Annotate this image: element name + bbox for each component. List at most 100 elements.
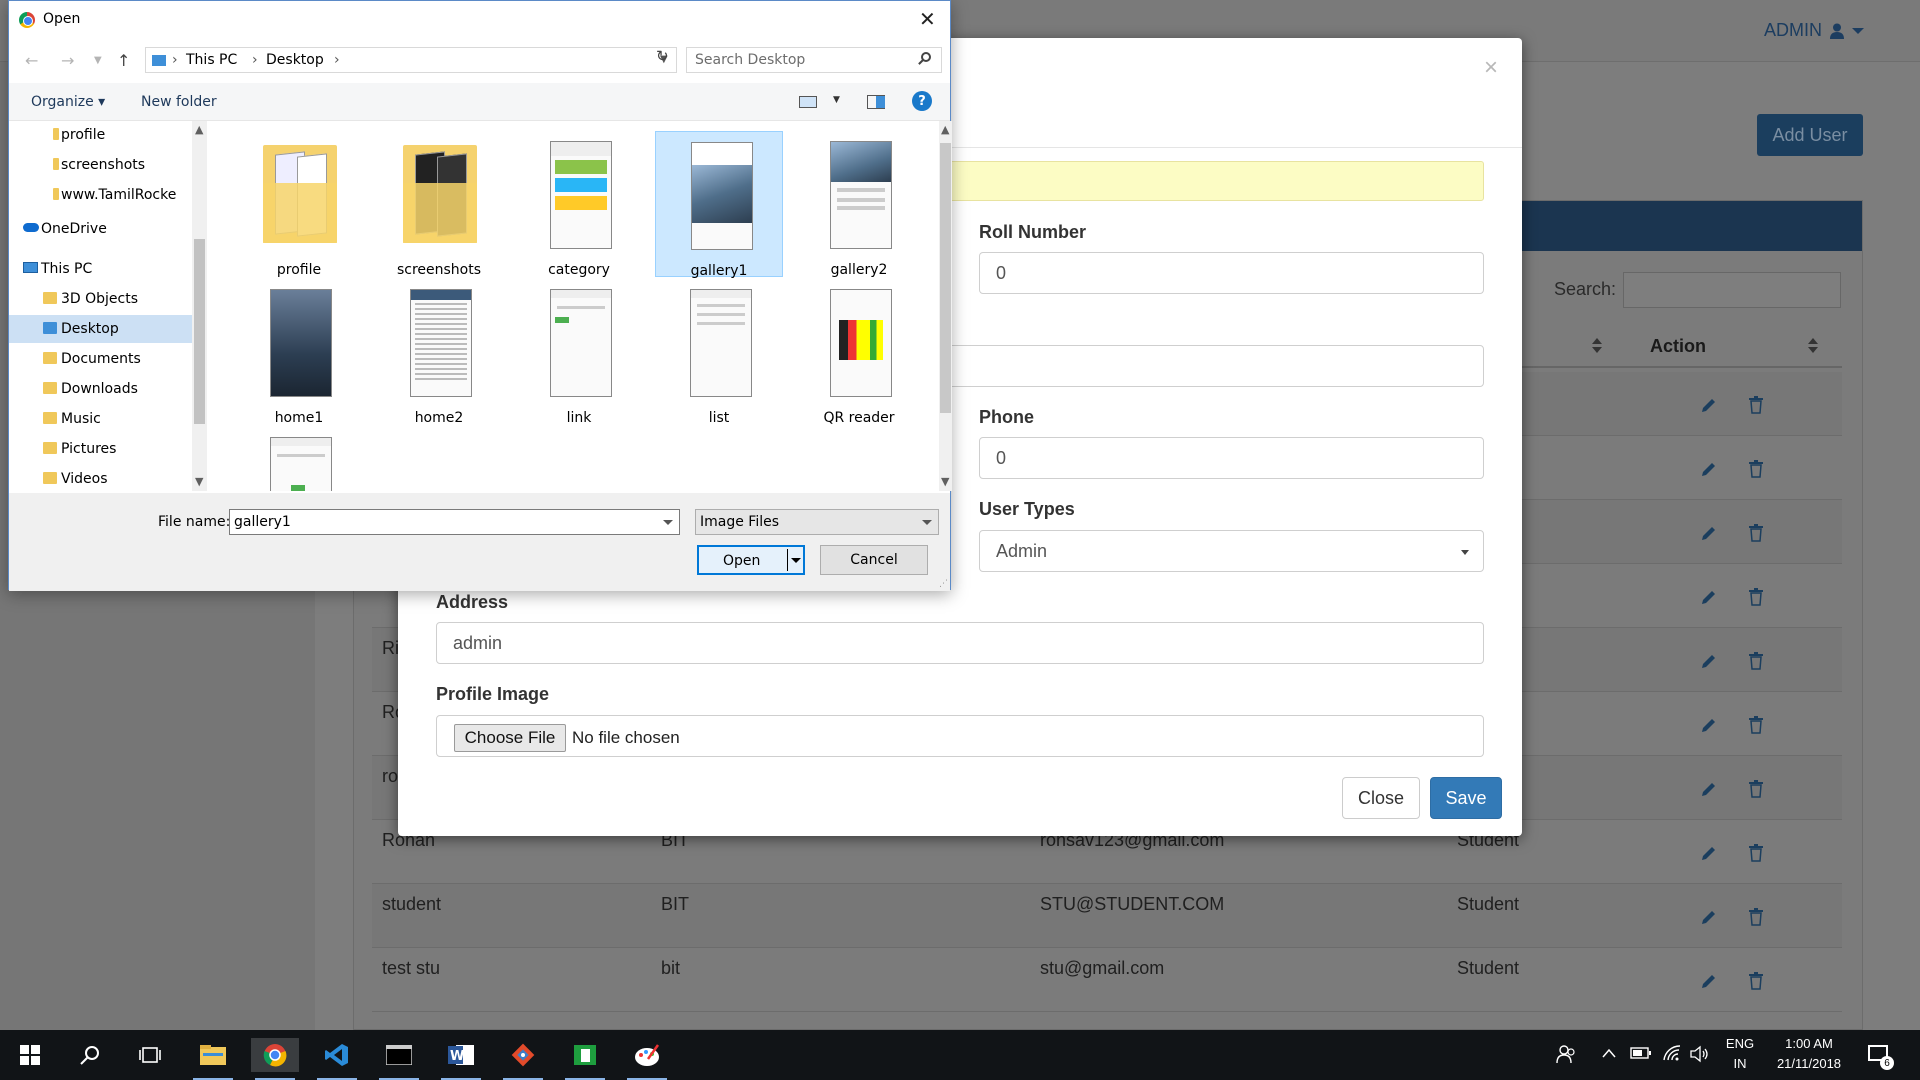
nav-item-onedrive[interactable]: OneDrive xyxy=(9,215,192,243)
task-view-icon[interactable] xyxy=(126,1038,174,1072)
edit-pencil-icon[interactable] xyxy=(1700,396,1718,414)
file-item[interactable]: gallery1 xyxy=(655,131,783,279)
file-item[interactable]: home2 xyxy=(375,279,503,426)
edit-pencil-icon[interactable] xyxy=(1700,652,1718,670)
delete-trash-icon[interactable] xyxy=(1748,588,1766,606)
delete-trash-icon[interactable] xyxy=(1748,652,1766,670)
clock[interactable]: 1:00 AM 21/11/2018 xyxy=(1766,1036,1852,1071)
edit-pencil-icon[interactable] xyxy=(1700,524,1718,542)
spreadsheet-icon[interactable] xyxy=(561,1038,609,1080)
file-list-scrollbar[interactable]: ▲ ▼ xyxy=(939,121,952,491)
paint-icon[interactable] xyxy=(623,1038,671,1080)
edit-pencil-icon[interactable] xyxy=(1700,972,1718,990)
file-item[interactable]: home1 xyxy=(235,279,363,426)
recent-locations-chevron-icon[interactable]: ▼ xyxy=(94,55,102,66)
wifi-icon[interactable] xyxy=(1662,1044,1682,1067)
dialog-titlebar[interactable]: Open ✕ xyxy=(9,1,950,39)
nav-item-videos[interactable]: Videos xyxy=(9,465,192,491)
file-item[interactable]: gallery2 xyxy=(795,131,923,278)
edit-pencil-icon[interactable] xyxy=(1700,588,1718,606)
nav-item-pictures[interactable]: Pictures xyxy=(9,435,192,463)
file-item[interactable] xyxy=(235,427,363,491)
nav-item-www-tamilrocke[interactable]: www.TamilRocke xyxy=(9,181,192,209)
file-type-select[interactable]: Image Files xyxy=(695,509,939,535)
admin-user-menu[interactable]: ADMIN xyxy=(1764,20,1864,41)
address-input[interactable]: admin xyxy=(436,622,1484,664)
file-item[interactable]: profile xyxy=(235,131,363,278)
file-item[interactable]: category xyxy=(515,131,643,278)
delete-trash-icon[interactable] xyxy=(1748,716,1766,734)
scroll-up-icon[interactable]: ▲ xyxy=(941,123,949,136)
nav-pane-scrollbar[interactable]: ▲ ▼ xyxy=(192,121,207,491)
open-button[interactable]: Open xyxy=(697,545,805,575)
nav-item-this-pc[interactable]: This PC xyxy=(9,255,192,283)
sort-icon[interactable] xyxy=(1592,338,1602,354)
chrome-icon[interactable] xyxy=(251,1038,299,1080)
preview-pane-icon[interactable] xyxy=(867,95,885,109)
file-item[interactable]: QR reader xyxy=(795,279,923,426)
nav-item-music[interactable]: Music xyxy=(9,405,192,433)
scroll-thumb[interactable] xyxy=(940,143,951,413)
edit-pencil-icon[interactable] xyxy=(1700,780,1718,798)
table-search-input[interactable] xyxy=(1623,272,1841,308)
back-arrow-icon[interactable]: ← xyxy=(25,51,38,70)
word-icon[interactable]: W xyxy=(437,1038,485,1080)
chevron-down-icon[interactable] xyxy=(663,520,673,525)
edit-pencil-icon[interactable] xyxy=(1700,716,1718,734)
git-icon[interactable] xyxy=(499,1038,547,1080)
windows-start-icon[interactable] xyxy=(6,1038,54,1072)
action-column-header[interactable]: Action xyxy=(1650,336,1706,357)
view-dropdown-icon[interactable]: ▼ xyxy=(833,95,840,105)
scroll-down-icon[interactable]: ▼ xyxy=(941,475,949,488)
delete-trash-icon[interactable] xyxy=(1748,780,1766,798)
battery-icon[interactable] xyxy=(1630,1046,1652,1065)
vscode-icon[interactable] xyxy=(313,1038,361,1080)
sort-icon[interactable] xyxy=(1808,338,1818,354)
delete-trash-icon[interactable] xyxy=(1748,972,1766,990)
nav-item-documents[interactable]: Documents xyxy=(9,345,192,373)
edit-pencil-icon[interactable] xyxy=(1700,460,1718,478)
phone-input[interactable]: 0 xyxy=(979,437,1484,479)
delete-trash-icon[interactable] xyxy=(1748,460,1766,478)
help-icon[interactable]: ? xyxy=(912,91,932,111)
dialog-close-icon[interactable]: ✕ xyxy=(919,7,936,31)
file-item[interactable]: screenshots xyxy=(375,131,503,278)
refresh-icon[interactable]: ↻ xyxy=(656,47,669,65)
close-button[interactable]: Close xyxy=(1342,777,1420,819)
nav-item-3d-objects[interactable]: 3D Objects xyxy=(9,285,192,313)
file-item[interactable]: list xyxy=(655,279,783,426)
breadcrumb-this-pc[interactable]: This PC xyxy=(186,52,237,68)
search-icon[interactable] xyxy=(66,1038,114,1072)
edit-pencil-icon[interactable] xyxy=(1700,908,1718,926)
file-name-input[interactable]: gallery1 xyxy=(229,509,680,535)
scroll-thumb[interactable] xyxy=(194,239,205,424)
terminal-icon[interactable] xyxy=(375,1038,423,1080)
language-indicator[interactable]: ENG IN xyxy=(1722,1036,1758,1071)
file-explorer-icon[interactable] xyxy=(189,1038,237,1080)
up-arrow-icon[interactable]: ↑ xyxy=(117,51,130,70)
cancel-button[interactable]: Cancel xyxy=(820,545,928,575)
breadcrumb-desktop[interactable]: Desktop xyxy=(266,52,324,68)
roll-number-input[interactable]: 0 xyxy=(979,252,1484,294)
address-bar[interactable]: › This PC › Desktop › ▼ xyxy=(145,47,677,73)
delete-trash-icon[interactable] xyxy=(1748,524,1766,542)
new-folder-button[interactable]: New folder xyxy=(141,94,217,110)
choose-file-button[interactable]: Choose File xyxy=(454,724,566,752)
user-types-select[interactable]: Admin xyxy=(979,530,1484,572)
save-button[interactable]: Save xyxy=(1430,777,1502,819)
forward-arrow-icon[interactable]: → xyxy=(61,51,74,70)
nav-item-screenshots[interactable]: screenshots xyxy=(9,151,192,179)
scroll-up-icon[interactable]: ▲ xyxy=(195,123,203,136)
nav-item-profile[interactable]: profile xyxy=(9,121,192,149)
delete-trash-icon[interactable] xyxy=(1748,908,1766,926)
file-item[interactable]: link xyxy=(515,279,643,426)
delete-trash-icon[interactable] xyxy=(1748,396,1766,414)
edit-pencil-icon[interactable] xyxy=(1700,844,1718,862)
people-icon[interactable] xyxy=(1556,1044,1576,1069)
open-dropdown-icon[interactable] xyxy=(791,558,801,563)
nav-item-downloads[interactable]: Downloads xyxy=(9,375,192,403)
nav-item-desktop[interactable]: Desktop xyxy=(9,315,192,343)
delete-trash-icon[interactable] xyxy=(1748,844,1766,862)
add-user-button[interactable]: Add User xyxy=(1757,114,1863,156)
view-options-icon[interactable] xyxy=(799,96,817,108)
